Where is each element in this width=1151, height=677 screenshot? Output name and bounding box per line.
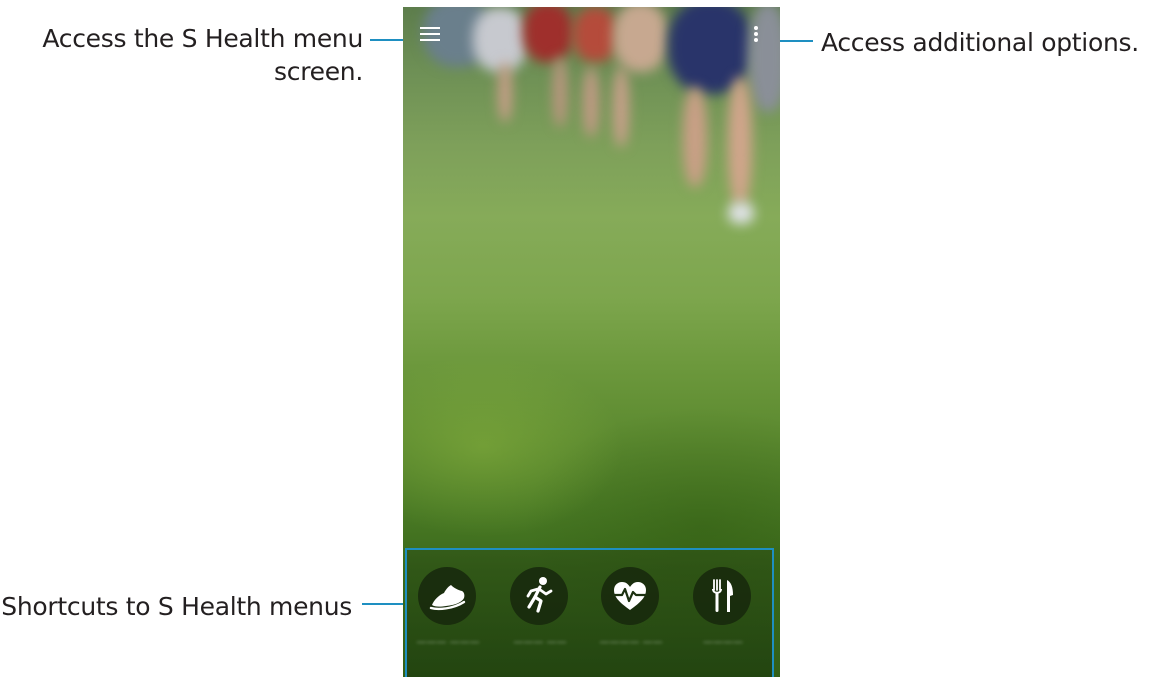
heart-rate-icon: [613, 582, 647, 610]
shortcut-bar: ——— ——— ——— —— ———— —— ————: [405, 548, 774, 677]
callout-menu-line2: screen.: [274, 57, 363, 86]
callout-menu: Access the S Health menu screen.: [0, 22, 363, 88]
callout-menu-line1: Access the S Health menu: [42, 24, 363, 53]
shortcuts-leader-line: [362, 603, 406, 605]
shortcut-exercise[interactable]: ——— ——: [510, 567, 570, 648]
shortcut-heart-rate[interactable]: ———— ——: [599, 567, 663, 648]
shortcut-food[interactable]: ————: [693, 567, 753, 648]
hamburger-menu-icon[interactable]: [420, 27, 440, 41]
shortcut-food-label: ————: [703, 637, 743, 648]
callout-shortcuts: Shortcuts to S Health menus: [1, 592, 352, 621]
shortcut-pedometer-label: ——— ———: [416, 637, 480, 648]
shortcut-exercise-label: ——— ——: [513, 637, 567, 648]
shortcut-pedometer[interactable]: ——— ———: [416, 567, 480, 648]
runner-icon: [526, 577, 553, 613]
fork-knife-icon: [712, 579, 733, 612]
phone-screen: ——— ——— ——— —— ———— —— ————: [403, 7, 780, 677]
shoe-icon: [429, 585, 466, 611]
callout-options: Access additional options.: [821, 28, 1139, 57]
shortcut-heart-rate-label: ———— ——: [599, 637, 663, 648]
more-options-icon[interactable]: [752, 26, 760, 42]
